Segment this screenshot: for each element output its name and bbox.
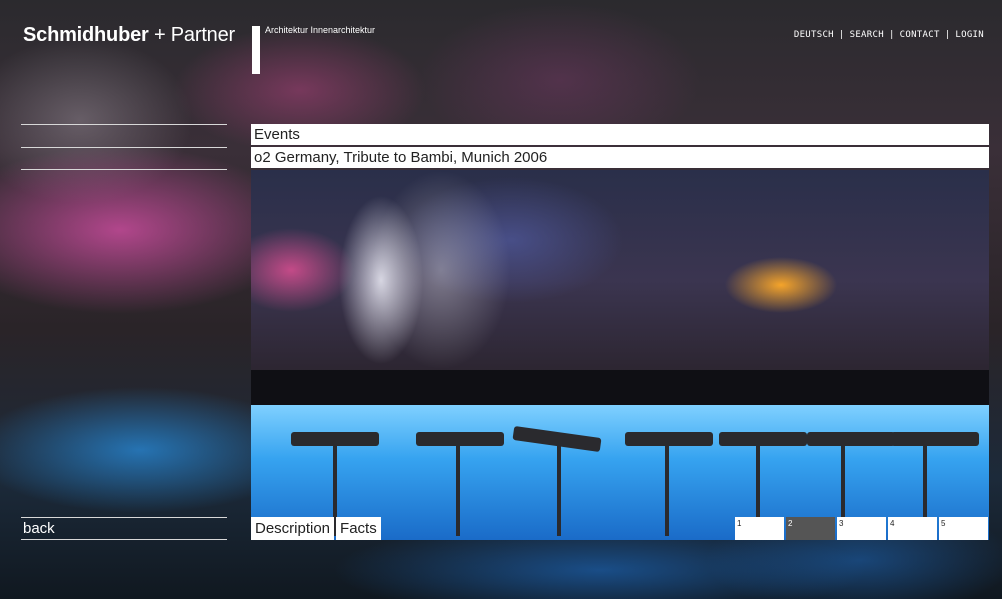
pager-page-5[interactable]: 5 [939, 517, 988, 540]
pager-page-3[interactable]: 3 [837, 517, 886, 540]
nav-contact-link[interactable]: CONTACT [900, 30, 940, 40]
header-divider-bar [252, 26, 260, 74]
nav-login-link[interactable]: LOGIN [955, 30, 984, 40]
pager-page-1[interactable]: 1 [735, 517, 784, 540]
bar-stool [891, 432, 979, 446]
sidebar-divider [21, 124, 227, 125]
pager-page-2[interactable]: 2 [786, 517, 835, 540]
brand-plus: + [153, 24, 166, 46]
back-link[interactable]: back [21, 517, 227, 540]
nav-deutsch-link[interactable]: DEUTSCH [794, 30, 834, 40]
bar-stool [719, 432, 807, 446]
bar-stool [291, 432, 379, 446]
nav-separator: | [944, 30, 951, 40]
nav-separator: | [888, 30, 895, 40]
category-bar: Events [251, 124, 989, 145]
sidebar-divider [21, 147, 227, 148]
nav-separator: | [838, 30, 845, 40]
image-pager: 1 2 3 4 5 [735, 517, 988, 540]
brand-logo[interactable]: Schmidhuber + Partner [23, 24, 235, 47]
project-title-bar: o2 Germany, Tribute to Bambi, Munich 200… [251, 147, 989, 168]
tab-facts[interactable]: Facts [336, 517, 381, 540]
sidebar-divider [21, 169, 227, 170]
bar-stool-leg [665, 446, 669, 536]
tab-description[interactable]: Description [251, 517, 335, 540]
bar-stool [807, 432, 895, 446]
bar-counter-top [251, 370, 989, 405]
header-tagline: Architektur Innenarchitektur [265, 25, 376, 35]
nav-search-link[interactable]: SEARCH [850, 30, 884, 40]
top-navigation: DEUTSCH | SEARCH | CONTACT | LOGIN [794, 30, 984, 40]
stage-light [371, 170, 511, 370]
project-photo [251, 170, 989, 540]
brand-partner: Partner [170, 24, 235, 46]
info-tabs: Description Facts [251, 517, 383, 540]
bar-stool-leg [557, 446, 561, 536]
bar-stool [625, 432, 713, 446]
pager-page-4[interactable]: 4 [888, 517, 937, 540]
bar-stool-leg [456, 446, 460, 536]
bar-stool [416, 432, 504, 446]
brand-name: Schmidhuber [23, 24, 149, 46]
